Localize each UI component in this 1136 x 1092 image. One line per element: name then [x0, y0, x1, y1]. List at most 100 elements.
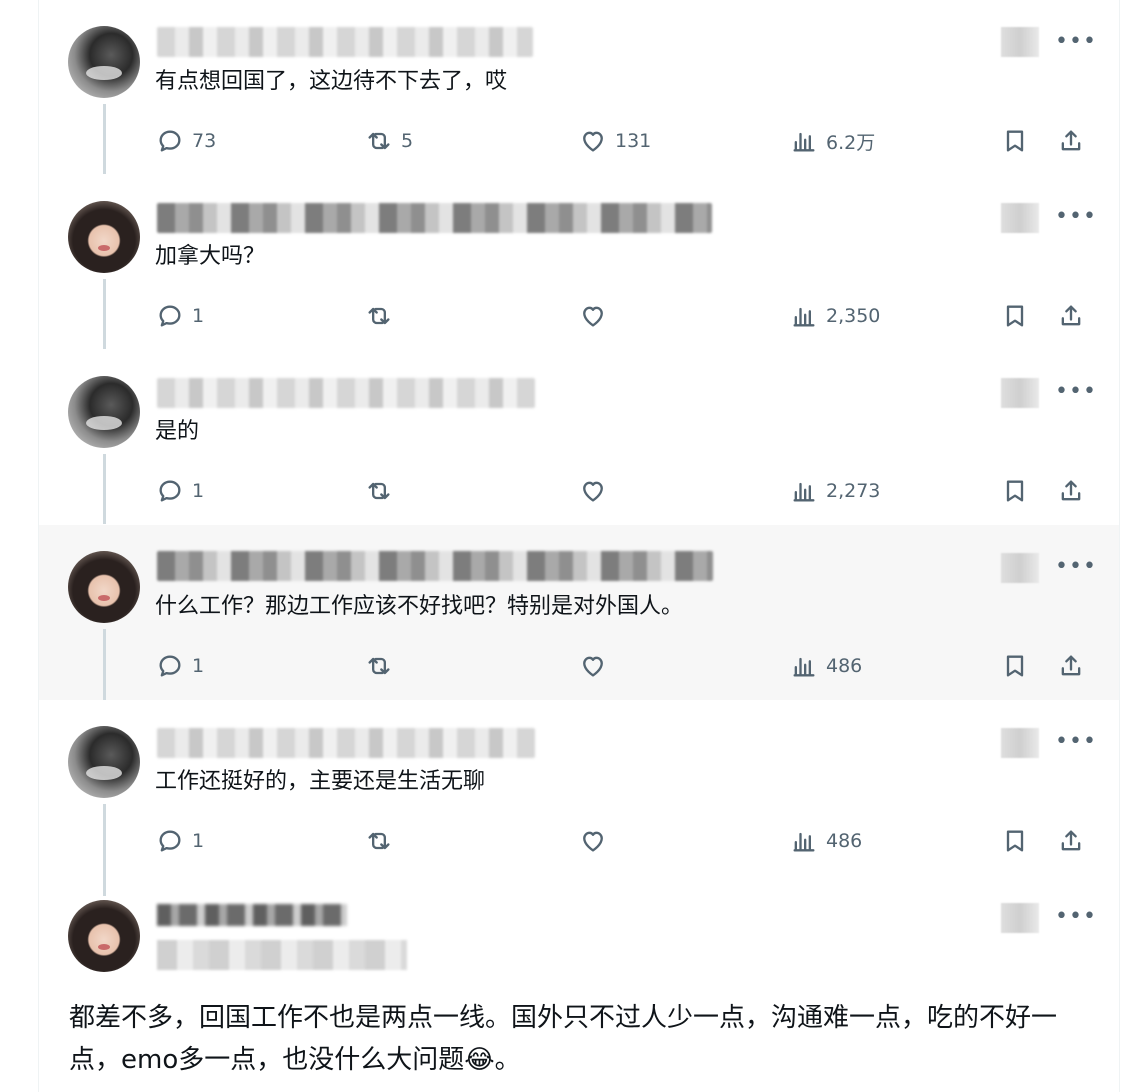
views-icon [793, 132, 815, 152]
view-count: 2,273 [826, 480, 881, 502]
bookmark-icon [1006, 130, 1024, 152]
share-icon [1061, 830, 1081, 851]
reply-button[interactable]: 73 [156, 121, 216, 161]
retweet-button[interactable] [365, 821, 393, 861]
share-button[interactable] [1057, 296, 1085, 336]
retweet-icon [368, 657, 390, 675]
author-handle-blurred[interactable] [157, 940, 407, 970]
avatar[interactable] [68, 26, 140, 98]
post-3[interactable]: ••• 是的 1 2,273 [39, 350, 1119, 525]
views-icon [793, 657, 815, 677]
like-button[interactable] [579, 296, 607, 336]
views-button[interactable]: 2,350 [790, 296, 880, 336]
reply-icon [159, 130, 181, 152]
share-icon [1061, 655, 1081, 676]
avatar[interactable] [68, 201, 140, 273]
retweet-count: 5 [401, 130, 414, 152]
more-icon[interactable]: ••• [1055, 552, 1096, 582]
like-button[interactable] [579, 646, 607, 686]
reply-button[interactable]: 1 [156, 471, 204, 511]
author-name-blurred[interactable] [157, 728, 535, 758]
reply-count: 1 [192, 830, 205, 852]
view-count: 6.2万 [826, 131, 876, 154]
reply-count: 1 [192, 305, 205, 327]
reply-icon [159, 655, 181, 677]
blurred-badge [1001, 378, 1039, 408]
action-bar: 1 486 [39, 821, 1119, 861]
views-button[interactable]: 2,273 [790, 471, 880, 511]
retweet-button[interactable]: 5 [365, 121, 413, 161]
like-button[interactable] [579, 471, 607, 511]
share-button[interactable] [1057, 821, 1085, 861]
reply-thread: ••• 有点想回国了，这边待不下去了，哎 73 5 131 6.2万 ••• 加… [38, 0, 1120, 1092]
reply-button[interactable]: 1 [156, 646, 204, 686]
focused-post-text: 都差不多，回国工作不也是两点一线。国外只不过人少一点，沟通难一点，吃的不好一点，… [69, 1003, 1058, 1075]
post-5[interactable]: ••• 工作还挺好的，主要还是生活无聊 1 486 [39, 700, 1119, 896]
blurred-badge [1001, 903, 1039, 933]
avatar[interactable] [68, 376, 140, 448]
more-icon[interactable]: ••• [1055, 727, 1096, 757]
author-name-blurred[interactable] [157, 27, 533, 57]
retweet-icon [368, 832, 390, 850]
share-button[interactable] [1057, 471, 1085, 511]
post-1[interactable]: ••• 有点想回国了，这边待不下去了，哎 73 5 131 6.2万 [39, 0, 1119, 175]
post-text: 是的 [155, 419, 200, 444]
post-text: 工作还挺好的，主要还是生活无聊 [155, 769, 486, 794]
bookmark-icon [1006, 830, 1024, 852]
author-name-blurred[interactable] [157, 203, 712, 233]
blurred-badge [1001, 203, 1039, 233]
views-button[interactable]: 486 [790, 821, 862, 861]
like-button[interactable]: 131 [579, 121, 651, 161]
author-name-blurred[interactable] [157, 378, 535, 408]
reply-count: 1 [192, 480, 205, 502]
more-icon[interactable]: ••• [1055, 27, 1096, 57]
retweet-button[interactable] [365, 471, 393, 511]
bookmark-button[interactable] [1001, 471, 1029, 511]
post-text: 加拿大吗？ [155, 244, 266, 269]
share-icon [1061, 130, 1081, 151]
views-icon [793, 832, 815, 852]
reply-count: 73 [192, 130, 217, 152]
reply-count: 1 [192, 655, 205, 677]
bookmark-button[interactable] [1001, 821, 1029, 861]
views-button[interactable]: 486 [790, 646, 862, 686]
blurred-badge [1001, 728, 1039, 758]
bookmark-button[interactable] [1001, 121, 1029, 161]
post-4[interactable]: ••• 什么工作？那边工作应该不好找吧？特别是对外国人。 1 486 [39, 525, 1119, 700]
bookmark-icon [1006, 655, 1024, 677]
reply-button[interactable]: 1 [156, 821, 204, 861]
more-icon[interactable]: ••• [1055, 202, 1096, 232]
view-count: 486 [826, 830, 863, 852]
view-count: 2,350 [826, 305, 881, 327]
share-button[interactable] [1057, 121, 1085, 161]
post-2[interactable]: ••• 加拿大吗？ 1 2,350 [39, 175, 1119, 350]
retweet-icon [368, 132, 390, 150]
like-icon [583, 306, 603, 327]
more-icon[interactable]: ••• [1055, 377, 1096, 407]
post-text: 有点想回国了，这边待不下去了，哎 [155, 69, 508, 94]
retweet-icon [368, 482, 390, 500]
author-name-blurred[interactable] [157, 551, 713, 581]
more-icon[interactable]: ••• [1055, 902, 1096, 932]
post-text: 什么工作？那边工作应该不好找吧？特别是对外国人。 [155, 594, 684, 619]
views-icon [793, 482, 815, 502]
reply-icon [159, 305, 181, 327]
views-button[interactable]: 6.2万 [790, 121, 875, 161]
retweet-button[interactable] [365, 296, 393, 336]
share-button[interactable] [1057, 646, 1085, 686]
avatar[interactable] [68, 551, 140, 623]
author-name-blurred[interactable] [157, 904, 347, 926]
bookmark-button[interactable] [1001, 646, 1029, 686]
action-bar: 1 2,350 [39, 296, 1119, 336]
avatar[interactable] [68, 726, 140, 798]
blurred-badge [1001, 553, 1039, 583]
retweet-button[interactable] [365, 646, 393, 686]
reply-icon [159, 830, 181, 852]
view-count: 486 [826, 655, 863, 677]
bookmark-button[interactable] [1001, 296, 1029, 336]
avatar[interactable] [68, 900, 140, 972]
action-bar: 1 486 [39, 646, 1119, 686]
action-bar: 73 5 131 6.2万 [39, 121, 1119, 161]
reply-button[interactable]: 1 [156, 296, 204, 336]
like-button[interactable] [579, 821, 607, 861]
